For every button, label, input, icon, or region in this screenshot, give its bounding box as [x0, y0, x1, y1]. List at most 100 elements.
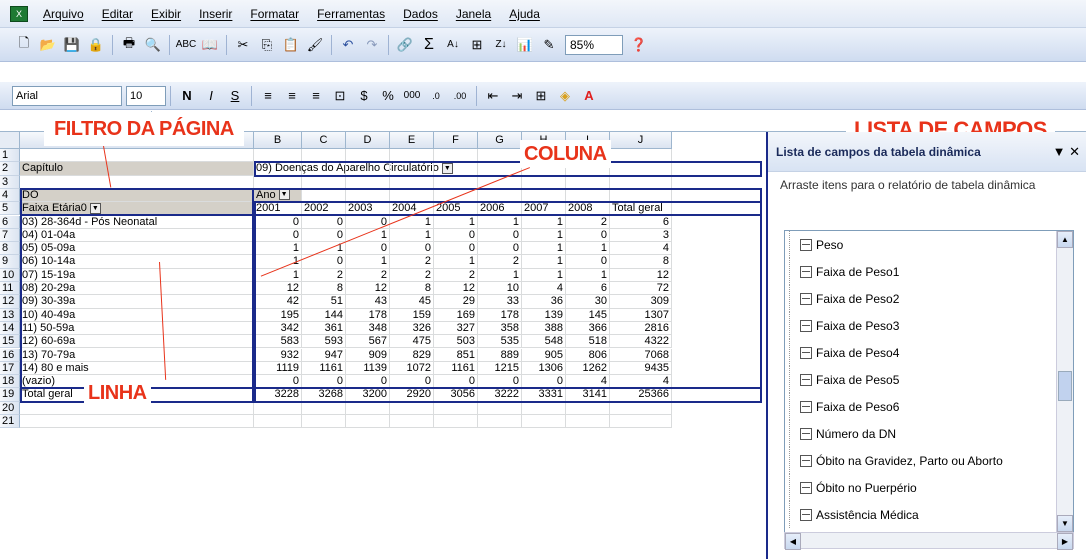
cell[interactable]: [610, 401, 672, 415]
value-cell[interactable]: 10: [478, 282, 522, 296]
value-cell[interactable]: 144: [302, 308, 346, 322]
value-cell[interactable]: 1161: [302, 361, 346, 376]
cell[interactable]: [434, 149, 478, 163]
value-cell[interactable]: 1: [566, 242, 610, 256]
value-cell[interactable]: 1: [478, 215, 522, 229]
row-label[interactable]: 07) 15-19a: [20, 268, 254, 282]
scroll-down-icon[interactable]: ▼: [1057, 515, 1073, 532]
value-cell[interactable]: 2: [390, 268, 434, 282]
row-label[interactable]: 08) 20-29a: [20, 282, 254, 296]
cell[interactable]: [566, 175, 610, 189]
value-cell[interactable]: 0: [302, 375, 346, 389]
value-cell[interactable]: 1: [566, 268, 610, 282]
value-cell[interactable]: 947: [302, 348, 346, 362]
value-cell[interactable]: 309: [610, 295, 672, 309]
cell[interactable]: [20, 415, 254, 429]
sort-descending-icon[interactable]: Z↓: [491, 35, 511, 55]
cell[interactable]: [346, 175, 390, 189]
value-cell[interactable]: 358: [478, 321, 522, 336]
cell[interactable]: [610, 149, 672, 163]
row-label[interactable]: 03) 28-364d - Pós Neonatal: [20, 215, 254, 229]
cell[interactable]: [478, 415, 522, 429]
value-cell[interactable]: 475: [390, 335, 434, 349]
row-header[interactable]: 15: [0, 335, 20, 349]
value-cell[interactable]: 3: [610, 228, 672, 243]
vertical-scrollbar[interactable]: ▲ ▼: [1056, 231, 1073, 532]
year-header[interactable]: 2002: [302, 202, 346, 216]
menu-dados[interactable]: Dados: [394, 0, 447, 28]
field-list-item[interactable]: Assistência Médica: [789, 501, 1073, 528]
row-label[interactable]: 05) 05-09a: [20, 242, 254, 256]
value-cell[interactable]: 567: [346, 335, 390, 349]
menu-ferramentas[interactable]: Ferramentas: [308, 0, 394, 28]
row-header[interactable]: 13: [0, 308, 20, 322]
cell[interactable]: [302, 188, 346, 203]
row-header[interactable]: 9: [0, 255, 20, 269]
value-cell[interactable]: 33: [478, 295, 522, 309]
paste-icon[interactable]: 📋: [281, 35, 301, 55]
row-header[interactable]: 6: [0, 215, 20, 229]
cell[interactable]: [610, 415, 672, 429]
value-cell[interactable]: 25366: [610, 388, 672, 402]
cell[interactable]: [390, 175, 434, 189]
spelling-icon[interactable]: ABC: [176, 35, 197, 55]
thousands-button[interactable]: 000: [402, 86, 422, 106]
value-cell[interactable]: 1: [434, 215, 478, 229]
value-cell[interactable]: 12: [254, 282, 302, 296]
value-cell[interactable]: 4: [610, 242, 672, 256]
excel-app-icon[interactable]: X: [10, 5, 28, 22]
value-cell[interactable]: 326: [390, 321, 434, 336]
bold-button[interactable]: N: [177, 86, 197, 106]
value-cell[interactable]: 535: [478, 335, 522, 349]
cell[interactable]: [434, 415, 478, 429]
dropdown-arrow-icon[interactable]: ▼: [278, 189, 290, 201]
value-cell[interactable]: 2: [478, 255, 522, 269]
value-cell[interactable]: 145: [566, 308, 610, 322]
align-center-icon[interactable]: ≡: [282, 86, 302, 106]
row-header[interactable]: 1: [0, 149, 20, 163]
cell[interactable]: [434, 175, 478, 189]
value-cell[interactable]: 3228: [254, 388, 302, 402]
field-list-item[interactable]: Faixa de Peso4: [789, 339, 1073, 366]
value-cell[interactable]: 0: [254, 375, 302, 389]
row-header[interactable]: 16: [0, 348, 20, 362]
field-list-item[interactable]: Faixa de Peso5: [789, 366, 1073, 393]
row-header[interactable]: 12: [0, 295, 20, 309]
row-header[interactable]: 8: [0, 242, 20, 256]
cell[interactable]: [522, 415, 566, 429]
column-field-label[interactable]: Ano ▼: [254, 188, 302, 203]
value-cell[interactable]: 2: [302, 268, 346, 282]
year-header[interactable]: 2005: [434, 202, 478, 216]
decrease-decimal-icon[interactable]: .00: [450, 86, 470, 106]
value-cell[interactable]: 1215: [478, 361, 522, 376]
column-header[interactable]: C: [302, 132, 346, 149]
value-cell[interactable]: 8: [610, 255, 672, 269]
value-cell[interactable]: 3268: [302, 388, 346, 402]
column-header[interactable]: G: [478, 132, 522, 149]
field-list-item[interactable]: Faixa de Peso2: [789, 285, 1073, 312]
page-filter-label[interactable]: Capítulo: [20, 162, 254, 176]
copy-icon[interactable]: ⎘: [257, 35, 277, 55]
new-file-icon[interactable]: 🗋: [14, 35, 34, 55]
value-cell[interactable]: 583: [254, 335, 302, 349]
cell[interactable]: [20, 149, 254, 163]
value-cell[interactable]: 3200: [346, 388, 390, 402]
menu-exibir[interactable]: Exibir: [142, 0, 190, 28]
value-cell[interactable]: 1: [522, 255, 566, 269]
value-cell[interactable]: 178: [478, 308, 522, 322]
row-header[interactable]: 10: [0, 268, 20, 282]
value-cell[interactable]: 195: [254, 308, 302, 322]
value-cell[interactable]: 2816: [610, 321, 672, 336]
value-cell[interactable]: 1262: [566, 361, 610, 376]
scroll-thumb[interactable]: [1058, 371, 1072, 401]
row-label[interactable]: 12) 60-69a: [20, 335, 254, 349]
year-header[interactable]: Total geral: [610, 202, 672, 216]
cell[interactable]: [302, 415, 346, 429]
row-header[interactable]: 14: [0, 321, 20, 336]
value-cell[interactable]: 12: [346, 282, 390, 296]
menu-inserir[interactable]: Inserir: [190, 0, 241, 28]
year-header[interactable]: 2008: [566, 202, 610, 216]
value-cell[interactable]: 1: [434, 255, 478, 269]
drawing-icon[interactable]: ✎: [539, 35, 559, 55]
value-cell[interactable]: 0: [390, 375, 434, 389]
